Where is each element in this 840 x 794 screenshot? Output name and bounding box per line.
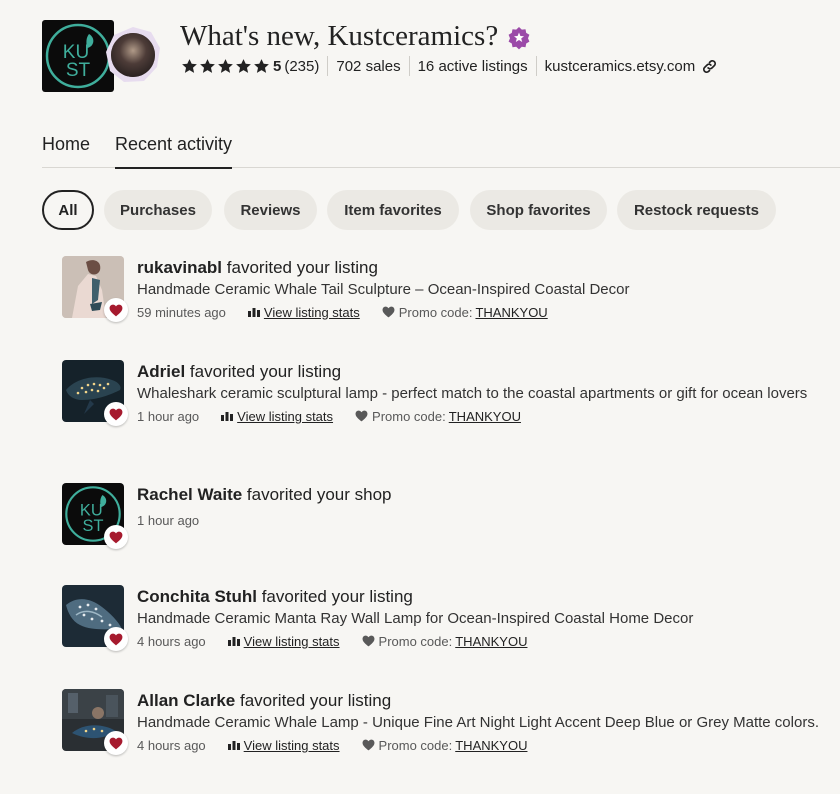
promo-code-link[interactable]: THANKYOU xyxy=(449,409,521,424)
filter-all[interactable]: All xyxy=(42,190,94,230)
star-icon xyxy=(218,58,233,73)
heart-hand-icon xyxy=(362,635,374,647)
rating-value: 5 xyxy=(273,57,282,75)
view-listing-stats-link[interactable]: View listing stats xyxy=(221,409,333,424)
favorite-heart-icon xyxy=(104,525,128,549)
view-listing-stats-label: View listing stats xyxy=(263,304,360,320)
activity-time: 4 hours ago xyxy=(137,633,206,649)
activity-headline: Adriel favorited your listing xyxy=(137,360,822,384)
heart-hand-icon xyxy=(355,410,368,422)
activity-headline: Conchita Stuhl favorited your listing xyxy=(137,585,822,609)
view-listing-stats-label: View listing stats xyxy=(243,737,340,753)
heart-hand-icon xyxy=(362,739,374,751)
activity-user-link[interactable]: Allan Clarke xyxy=(137,691,235,710)
owner-avatar[interactable] xyxy=(104,26,162,84)
logo-text-bottom: ST xyxy=(66,60,91,81)
filter-shop-favorites[interactable]: Shop favorites xyxy=(470,190,607,230)
activity-action: favorited your shop xyxy=(246,485,392,504)
activity-listing-title[interactable]: Handmade Ceramic Whale Tail Sculpture – … xyxy=(137,281,822,299)
star-icon xyxy=(200,58,215,73)
activity-headline: rukavinabl favorited your listing xyxy=(137,256,822,280)
activity-action: favorited your listing xyxy=(261,587,413,606)
shop-stats-row: 5 (235) 702 sales 16 active listings kus… xyxy=(181,55,718,77)
activity-action: favorited your listing xyxy=(226,258,378,277)
promo-code-link[interactable]: THANKYOU xyxy=(455,738,527,753)
page-title-text: What's new, Kustceramics? xyxy=(180,20,499,52)
filter-reviews[interactable]: Reviews xyxy=(224,190,317,230)
promo-info: Promo code: THANKYOU xyxy=(362,737,527,753)
activity-listing-title[interactable]: Handmade Ceramic Whale Lamp - Unique Fin… xyxy=(137,714,822,732)
activity-meta: 59 minutes ago View listing stats Promo … xyxy=(137,303,822,321)
activity-listing-title[interactable]: Whaleshark ceramic sculptural lamp - per… xyxy=(137,385,822,403)
activity-time: 59 minutes ago xyxy=(137,304,226,320)
star-icon xyxy=(236,58,251,73)
divider xyxy=(535,56,537,76)
promo-label: Promo code: xyxy=(378,633,453,649)
activity-meta: 1 hour ago View listing stats Promo code… xyxy=(137,407,822,425)
view-listing-stats-link[interactable]: View listing stats xyxy=(227,737,340,753)
heart-hand-icon xyxy=(382,306,395,318)
activity-user-link[interactable]: Rachel Waite xyxy=(137,485,242,504)
activity-time: 1 hour ago xyxy=(137,512,200,528)
bar-chart-icon xyxy=(221,412,234,421)
activity-meta: 1 hour ago xyxy=(137,511,822,529)
activity-user-link[interactable]: rukavinabl xyxy=(137,258,222,277)
tab-recent-activity[interactable]: Recent activity xyxy=(115,134,233,169)
activity-time: 1 hour ago xyxy=(137,408,200,424)
shop-url-link[interactable]: kustceramics.etsy.com xyxy=(545,58,696,75)
page-title: What's new, Kustceramics? xyxy=(180,20,531,53)
promo-info: Promo code: THANKYOU xyxy=(355,409,521,424)
activity-time: 4 hours ago xyxy=(137,737,206,753)
activity-user-link[interactable]: Conchita Stuhl xyxy=(137,587,257,606)
favorite-heart-icon xyxy=(104,731,128,755)
promo-label: Promo code: xyxy=(378,737,453,753)
link-icon[interactable] xyxy=(701,58,718,75)
active-listings-count[interactable]: 16 active listings xyxy=(418,58,528,75)
divider xyxy=(327,56,329,76)
shop-header: KU ST What's new, Kustceramics? 5 (235) … xyxy=(42,20,822,95)
favorite-heart-icon xyxy=(104,402,128,426)
logo-text-bottom: ST xyxy=(83,517,104,535)
bar-chart-icon xyxy=(227,741,240,750)
favorite-heart-icon xyxy=(104,627,128,651)
promo-label: Promo code: xyxy=(398,304,473,320)
activity-headline: Allan Clarke favorited your listing xyxy=(137,689,822,713)
view-listing-stats-label: View listing stats xyxy=(243,633,340,649)
activity-meta: 4 hours ago View listing stats Promo cod… xyxy=(137,736,822,754)
view-listing-stats-link[interactable]: View listing stats xyxy=(227,633,340,649)
favorite-heart-icon xyxy=(104,298,128,322)
promo-info: Promo code: THANKYOU xyxy=(382,305,548,320)
star-seller-badge-icon[interactable] xyxy=(507,25,531,49)
rating-count[interactable]: (235) xyxy=(284,58,319,75)
promo-code-link[interactable]: THANKYOU xyxy=(455,634,527,649)
activity-action: favorited your listing xyxy=(240,691,392,710)
star-icon xyxy=(182,58,197,73)
activity-action: favorited your listing xyxy=(189,362,342,381)
view-listing-stats-link[interactable]: View listing stats xyxy=(247,304,360,320)
view-listing-stats-label: View listing stats xyxy=(237,408,334,424)
page-tabs: Home Recent activity xyxy=(42,130,840,169)
bar-chart-icon xyxy=(247,308,260,317)
activity-user-link[interactable]: Adriel xyxy=(137,362,185,381)
activity-listing-title[interactable]: Handmade Ceramic Manta Ray Wall Lamp for… xyxy=(137,610,822,628)
filter-item-favorites[interactable]: Item favorites xyxy=(327,190,459,230)
bar-chart-icon xyxy=(227,637,240,646)
filter-purchases[interactable]: Purchases xyxy=(104,190,212,230)
promo-label: Promo code: xyxy=(372,408,446,424)
activity-headline: Rachel Waite favorited your shop xyxy=(137,483,822,507)
sales-count: 702 sales xyxy=(336,57,401,75)
promo-info: Promo code: THANKYOU xyxy=(362,633,527,649)
promo-code-link[interactable]: THANKYOU xyxy=(475,305,547,320)
star-icon xyxy=(254,58,269,73)
divider xyxy=(408,56,410,76)
tab-home[interactable]: Home xyxy=(42,134,90,168)
activity-meta: 4 hours ago View listing stats Promo cod… xyxy=(137,632,822,650)
rating-stars xyxy=(181,58,270,75)
filter-restock-requests[interactable]: Restock requests xyxy=(617,190,776,230)
